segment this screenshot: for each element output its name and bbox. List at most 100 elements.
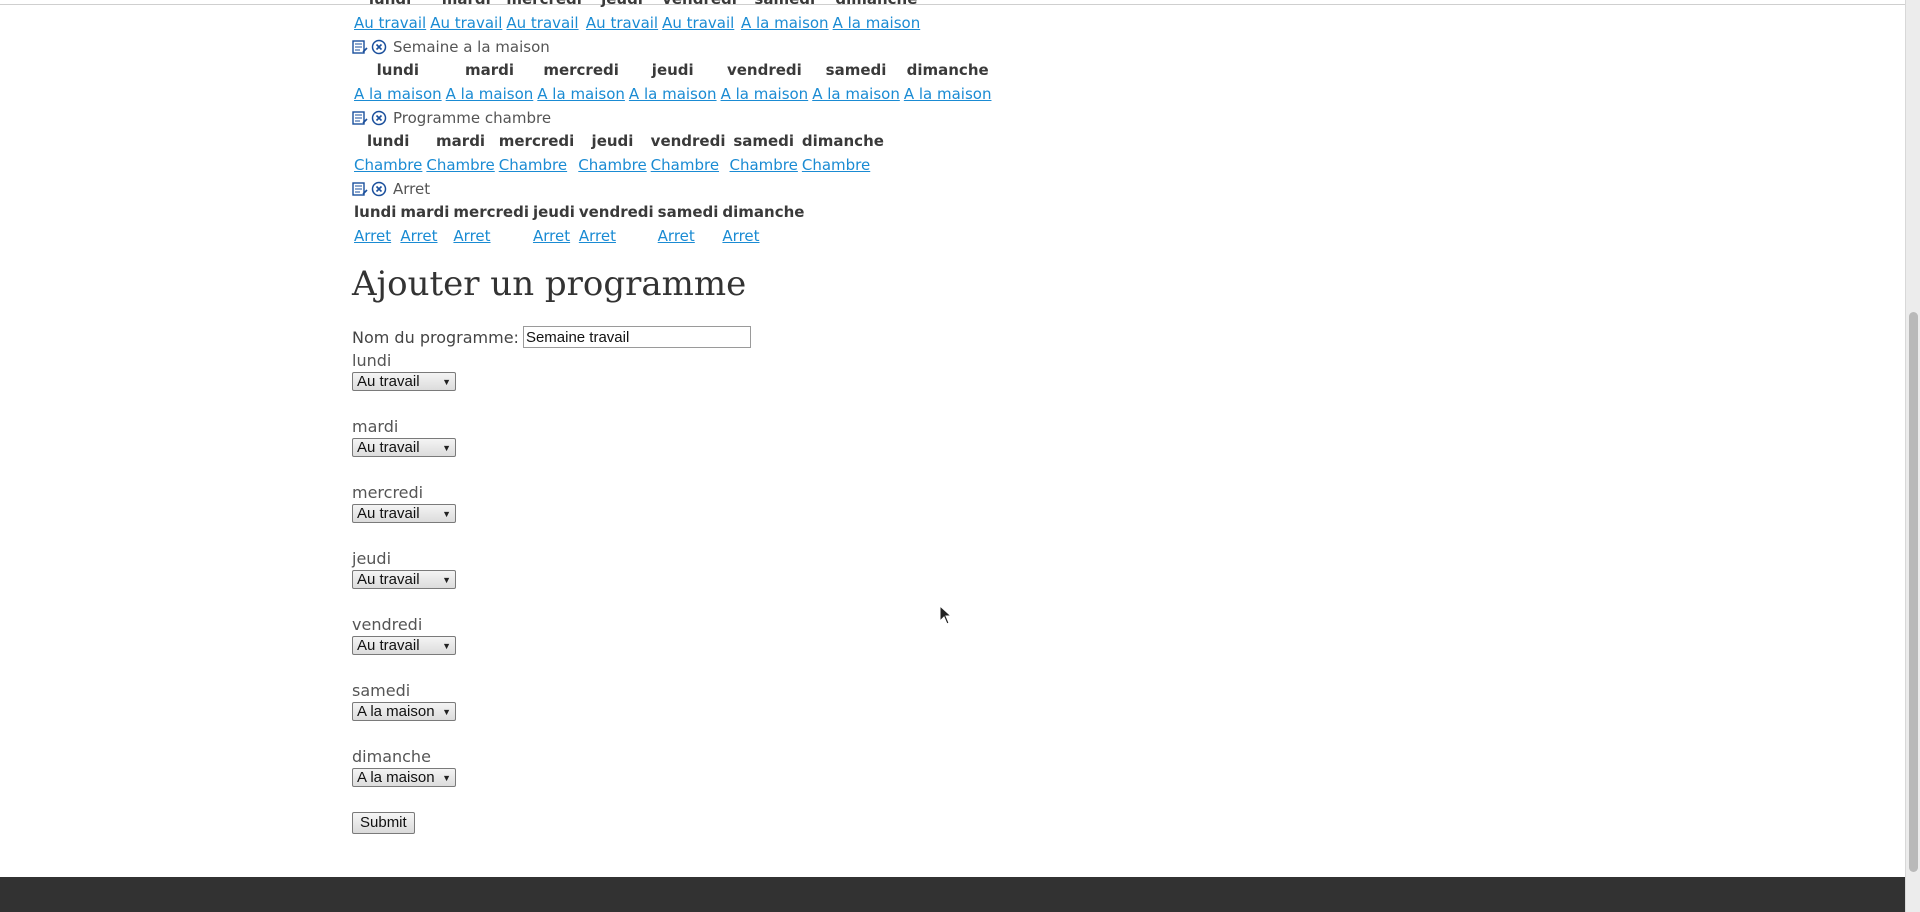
day-header: lundi bbox=[376, 61, 420, 79]
day-header: jeudi bbox=[584, 0, 660, 11]
day-select[interactable]: A la maison ▼ bbox=[352, 768, 456, 787]
edit-icon[interactable] bbox=[352, 181, 368, 197]
day-header: vendredi bbox=[578, 203, 654, 221]
day-field-label: mardi bbox=[352, 417, 399, 436]
program-block: Arret lundi mardi mercredi jeudi vendred… bbox=[352, 177, 1452, 248]
day-header: samedi bbox=[739, 0, 831, 11]
day-select[interactable]: Au travail ▼ bbox=[352, 570, 456, 589]
day-header: samedi bbox=[733, 132, 795, 150]
program-links-row: Chambre Chambre Chambre Chambre Chambre … bbox=[352, 153, 886, 177]
day-field-label: dimanche bbox=[352, 747, 431, 766]
day-field-mercredi: mercredi Au travail ▼ bbox=[352, 482, 1052, 548]
program-day-link[interactable]: Chambre bbox=[802, 156, 870, 174]
day-field-mardi: mardi Au travail ▼ bbox=[352, 416, 1052, 482]
day-select-value: Au travail bbox=[357, 637, 420, 654]
program-day-link[interactable]: Au travail bbox=[430, 14, 502, 32]
delete-icon[interactable] bbox=[371, 39, 387, 55]
program-name-label: Nom du programme: bbox=[352, 327, 519, 347]
dropdown-arrow-icon: ▼ bbox=[442, 442, 451, 453]
day-header: mercredi bbox=[543, 61, 619, 79]
vertical-scrollbar[interactable] bbox=[1905, 0, 1920, 912]
edit-icon[interactable] bbox=[352, 110, 368, 126]
program-day-link[interactable]: A la maison bbox=[741, 14, 829, 32]
program-block: lundi mardi mercredi jeudi vendredi same… bbox=[352, 0, 1452, 35]
day-header: samedi bbox=[657, 203, 719, 221]
day-select-value: Au travail bbox=[357, 571, 420, 588]
program-days-row: lundi mardi mercredi jeudi vendredi same… bbox=[352, 129, 886, 153]
program-day-link[interactable]: A la maison bbox=[812, 85, 900, 103]
program-day-link[interactable]: Arret bbox=[354, 227, 391, 245]
program-block: Programme chambre lundi mardi mercredi j… bbox=[352, 106, 1452, 177]
program-name: Arret bbox=[393, 179, 431, 198]
day-header: mardi bbox=[464, 61, 514, 79]
day-header: jeudi bbox=[532, 203, 575, 221]
program-links-row: Au travail Au travail Au travail Au trav… bbox=[352, 11, 922, 35]
day-select[interactable]: Au travail ▼ bbox=[352, 504, 456, 523]
program-day-link[interactable]: A la maison bbox=[354, 85, 442, 103]
program-day-link[interactable]: Chambre bbox=[354, 156, 422, 174]
add-program-form: Nom du programme: lundi Au travail ▼ mar… bbox=[352, 324, 1052, 834]
day-select[interactable]: Au travail ▼ bbox=[352, 372, 456, 391]
program-day-link[interactable]: Chambre bbox=[730, 156, 798, 174]
program-links-row: Arret Arret Arret Arret Arret Arret Arre… bbox=[352, 224, 806, 248]
day-header: mercredi bbox=[504, 0, 584, 11]
program-day-link[interactable]: Chambre bbox=[651, 156, 719, 174]
delete-icon[interactable] bbox=[371, 181, 387, 197]
program-day-link[interactable]: A la maison bbox=[446, 85, 534, 103]
day-select[interactable]: Au travail ▼ bbox=[352, 438, 456, 457]
program-day-link[interactable]: Chambre bbox=[426, 156, 494, 174]
program-day-link[interactable]: A la maison bbox=[629, 85, 717, 103]
day-header: mercredi bbox=[453, 203, 529, 221]
program-day-link[interactable]: Arret bbox=[533, 227, 570, 245]
dropdown-arrow-icon: ▼ bbox=[442, 706, 451, 717]
program-day-link[interactable]: Au travail bbox=[354, 14, 426, 32]
delete-icon[interactable] bbox=[371, 110, 387, 126]
program-day-link[interactable]: Au travail bbox=[662, 14, 734, 32]
day-select-value: A la maison bbox=[357, 703, 435, 720]
program-name-row: Nom du programme: bbox=[352, 324, 1052, 350]
day-header: dimanche bbox=[801, 132, 884, 150]
day-select-value: Au travail bbox=[357, 439, 420, 456]
edit-icon[interactable] bbox=[352, 39, 368, 55]
program-name-input[interactable] bbox=[522, 326, 751, 348]
program-day-link[interactable]: Arret bbox=[400, 227, 437, 245]
day-select[interactable]: A la maison ▼ bbox=[352, 702, 456, 721]
day-field-label: lundi bbox=[352, 351, 392, 370]
day-header: vendredi bbox=[726, 61, 802, 79]
program-links-row: A la maison A la maison A la maison A la… bbox=[352, 82, 993, 106]
day-header: mardi bbox=[400, 203, 450, 221]
program-day-link[interactable]: A la maison bbox=[537, 85, 625, 103]
program-block: Semaine a la maison lundi mardi mercredi… bbox=[352, 35, 1452, 106]
program-name: Programme chambre bbox=[393, 108, 552, 127]
program-day-link[interactable]: Chambre bbox=[578, 156, 646, 174]
program-day-link[interactable]: A la maison bbox=[721, 85, 809, 103]
program-day-link[interactable]: Arret bbox=[722, 227, 759, 245]
add-program-title: Ajouter un programme bbox=[352, 264, 747, 304]
day-field-samedi: samedi A la maison ▼ bbox=[352, 680, 1052, 746]
day-header: dimanche bbox=[906, 61, 989, 79]
program-table: lundi mardi mercredi jeudi vendredi same… bbox=[352, 129, 886, 177]
program-day-link[interactable]: A la maison bbox=[833, 14, 921, 32]
submit-button[interactable]: Submit bbox=[352, 812, 415, 834]
scrollbar-thumb[interactable] bbox=[1909, 312, 1918, 872]
day-header: mardi bbox=[436, 132, 486, 150]
program-day-link[interactable]: Au travail bbox=[506, 14, 578, 32]
program-days-row: lundi mardi mercredi jeudi vendredi same… bbox=[352, 58, 993, 82]
program-day-link[interactable]: Arret bbox=[658, 227, 695, 245]
day-header: dimanche bbox=[722, 203, 805, 221]
program-day-link[interactable]: Chambre bbox=[499, 156, 567, 174]
program-day-link[interactable]: Au travail bbox=[586, 14, 658, 32]
program-day-link[interactable]: Arret bbox=[579, 227, 616, 245]
day-select[interactable]: Au travail ▼ bbox=[352, 636, 456, 655]
page-footer bbox=[0, 877, 1905, 912]
program-day-link[interactable]: A la maison bbox=[904, 85, 992, 103]
program-header: Programme chambre bbox=[352, 106, 1452, 129]
day-header: lundi bbox=[354, 203, 397, 221]
day-field-dimanche: dimanche A la maison ▼ bbox=[352, 746, 1052, 812]
program-header: Semaine a la maison bbox=[352, 35, 1452, 58]
program-header: Arret bbox=[352, 177, 1452, 200]
day-select-value: Au travail bbox=[357, 505, 420, 522]
program-day-link[interactable]: Arret bbox=[453, 227, 490, 245]
program-days-row: lundi mardi mercredi jeudi vendredi same… bbox=[352, 200, 806, 224]
program-table: lundi mardi mercredi jeudi vendredi same… bbox=[352, 200, 806, 248]
